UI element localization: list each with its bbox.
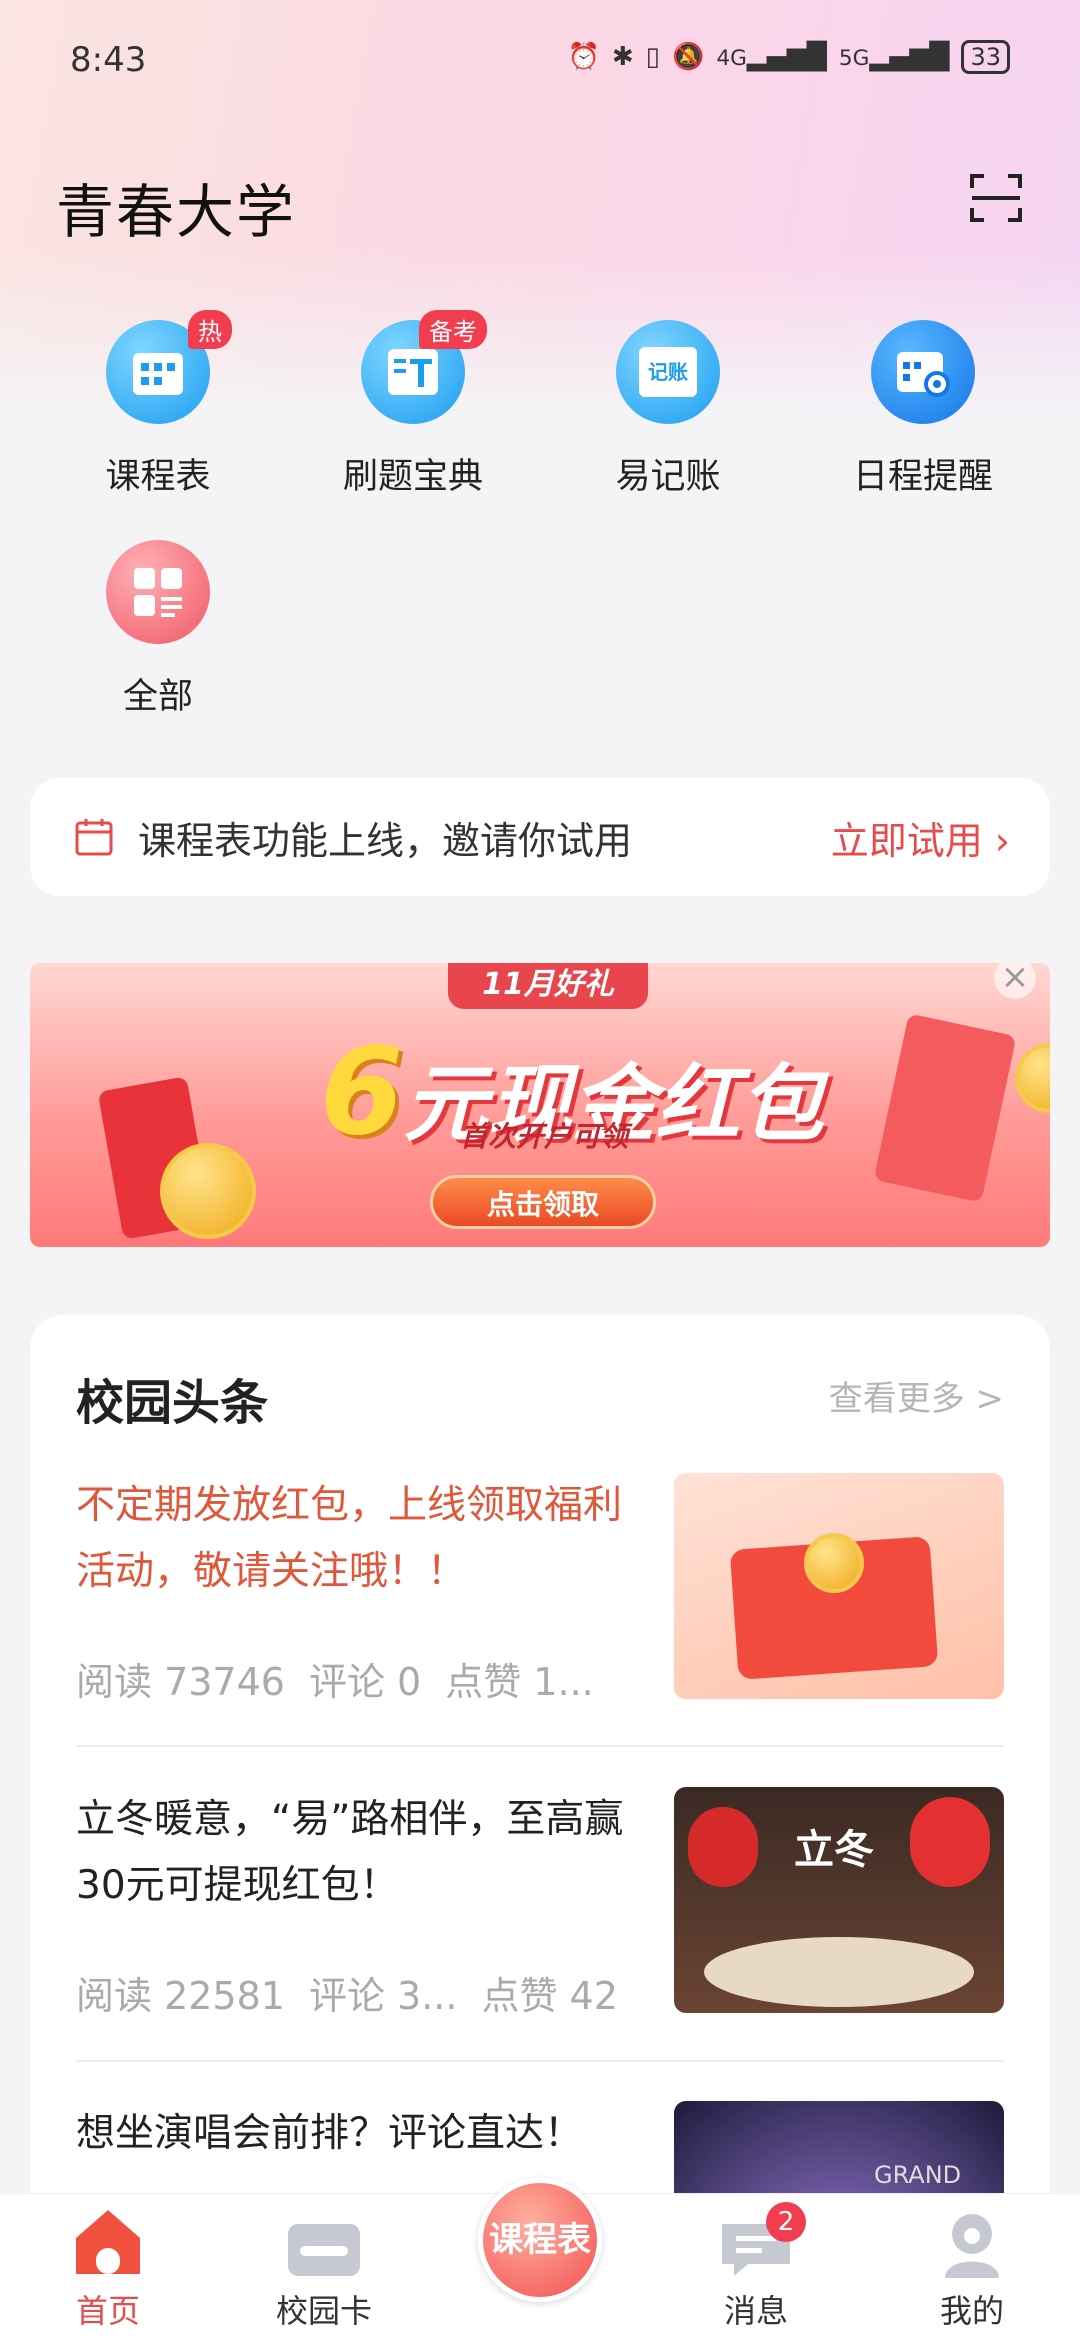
- status-bar: 8:43 ⏰ ✱ ▯ 🔕 4G▂▄▆█ 5G▂▄▆█ 33: [0, 0, 1080, 120]
- exam-badge: 备考: [419, 310, 487, 349]
- hot-badge: 热: [188, 310, 232, 349]
- banner-tag: 11月好礼: [448, 963, 648, 1009]
- comment-count: 评论 0: [308, 1660, 422, 1704]
- comment-count: 评论 3...: [308, 1974, 458, 2018]
- quick-action-label: 全部: [122, 677, 193, 717]
- news-title: 立冬暖意，“易”路相伴，至高赢30元可提现红包！: [76, 1797, 624, 1908]
- quick-action-schedule[interactable]: 日程提醒: [823, 320, 1023, 499]
- try-now-link[interactable]: 立即试用 ›: [831, 810, 1010, 865]
- battery-icon: 33: [961, 40, 1010, 74]
- news-item[interactable]: 立冬暖意，“易”路相伴，至高赢30元可提现红包！ 阅读 22581 评论 3...…: [76, 1787, 1004, 2103]
- vibrate-icon: ▯: [645, 42, 660, 72]
- card-icon: [244, 2194, 404, 2280]
- news-thumbnail: 立冬: [674, 1787, 1004, 2013]
- coin-decoration: [1015, 1043, 1050, 1113]
- quick-action-label: 刷题宝典: [342, 457, 483, 497]
- quick-action-label: 易记账: [615, 457, 721, 497]
- schedule-gear-icon: [871, 320, 975, 424]
- tab-label: 消息: [723, 2292, 788, 2330]
- calendar-icon: [75, 819, 113, 856]
- coin-decoration: [160, 1143, 256, 1239]
- news-item[interactable]: 不定期发放红包，上线领取福利活动，敬请关注哦！！ 阅读 73746 评论 0 点赞 …: [76, 1473, 1004, 1789]
- divider: [76, 1745, 1004, 1747]
- scan-icon[interactable]: [968, 170, 1024, 226]
- page-title: 青春大学: [56, 178, 297, 246]
- notice-text: 课程表功能上线，邀请你试用: [138, 818, 633, 863]
- tab-label: 我的: [939, 2292, 1004, 2330]
- tab-label: 首页: [75, 2292, 140, 2330]
- calendar-grid-icon: 热: [106, 310, 232, 424]
- like-count: 点赞 42: [481, 1974, 618, 2018]
- news-meta: 阅读 22581 评论 3... 点赞 42: [76, 1965, 636, 2020]
- thumb-caption: 立冬: [794, 1827, 874, 1873]
- banner-subtitle: 首次开户可领: [460, 1120, 629, 1153]
- claim-button[interactable]: 点击领取: [430, 1175, 656, 1229]
- promo-banner[interactable]: 11月好礼 6元现金红包 首次开户可领 点击领取 ×: [30, 963, 1050, 1247]
- signal-5g-icon: 5G▂▄▆█: [838, 42, 950, 72]
- quick-action-label: 日程提醒: [852, 457, 993, 497]
- profile-icon: [892, 2194, 1052, 2280]
- status-time: 8:43: [70, 40, 147, 80]
- news-title: 想坐演唱会前排？评论直达！: [76, 2111, 584, 2156]
- home-icon: [28, 2194, 188, 2280]
- thumb-caption: GRAND: [874, 2161, 962, 2189]
- text-book-icon: 备考: [361, 310, 487, 424]
- lantern-decoration: [910, 1797, 990, 1887]
- tab-campus-card[interactable]: 校园卡: [244, 2194, 404, 2332]
- section-title: 校园头条: [76, 1375, 269, 1431]
- like-count: 点赞 1...: [445, 1660, 594, 1704]
- read-count: 阅读 22581: [76, 1974, 285, 2018]
- ledger-icon: 记账: [616, 320, 720, 424]
- all-apps-icon: [106, 540, 210, 644]
- quick-action-label: 课程表: [105, 457, 211, 497]
- message-badge: 2: [766, 2202, 806, 2242]
- coin-decoration: [804, 1533, 864, 1593]
- dumpling-plate-decoration: [704, 1937, 974, 2007]
- status-icons: ⏰ ✱ ▯ 🔕 4G▂▄▆█ 5G▂▄▆█ 33: [567, 40, 1010, 74]
- news-meta: 阅读 73746 评论 0 点赞 1...: [76, 1651, 636, 1706]
- read-count: 阅读 73746: [76, 1660, 285, 1704]
- tab-messages[interactable]: 2 消息: [676, 2194, 836, 2332]
- news-title: 不定期发放红包，上线领取福利活动，敬请关注哦！！: [76, 1483, 623, 1594]
- ledger-icon-glyph: 记账: [639, 347, 697, 397]
- news-thumbnail: [674, 1473, 1004, 1699]
- feature-notice[interactable]: 课程表功能上线，邀请你试用 立即试用 ›: [30, 778, 1050, 896]
- banner-amount: 6: [320, 1023, 404, 1162]
- tab-label: 校园卡: [275, 2292, 372, 2330]
- bluetooth-icon: ✱: [611, 42, 634, 72]
- alarm-icon: ⏰: [567, 42, 600, 72]
- tab-home[interactable]: 首页: [28, 2194, 188, 2332]
- mute-icon: 🔕: [671, 42, 705, 72]
- quick-action-timetable[interactable]: 热 课程表: [58, 310, 258, 499]
- quick-action-bookkeeping[interactable]: 记账 易记账: [568, 320, 768, 499]
- quick-action-all[interactable]: 全部: [58, 540, 258, 719]
- divider: [76, 2060, 1004, 2062]
- tab-mine[interactable]: 我的: [892, 2194, 1052, 2332]
- center-timetable-button[interactable]: 课程表: [478, 2178, 602, 2302]
- message-icon: 2: [676, 2194, 836, 2280]
- signal-4g-icon: 4G▂▄▆█: [716, 42, 827, 72]
- red-envelope-decoration: [873, 1013, 1017, 1203]
- see-more-link[interactable]: 查看更多 >: [829, 1371, 1004, 1420]
- quick-action-question-bank[interactable]: 备考 刷题宝典: [313, 310, 513, 499]
- banner-close-button[interactable]: ×: [994, 963, 1036, 999]
- lantern-decoration: [688, 1807, 758, 1887]
